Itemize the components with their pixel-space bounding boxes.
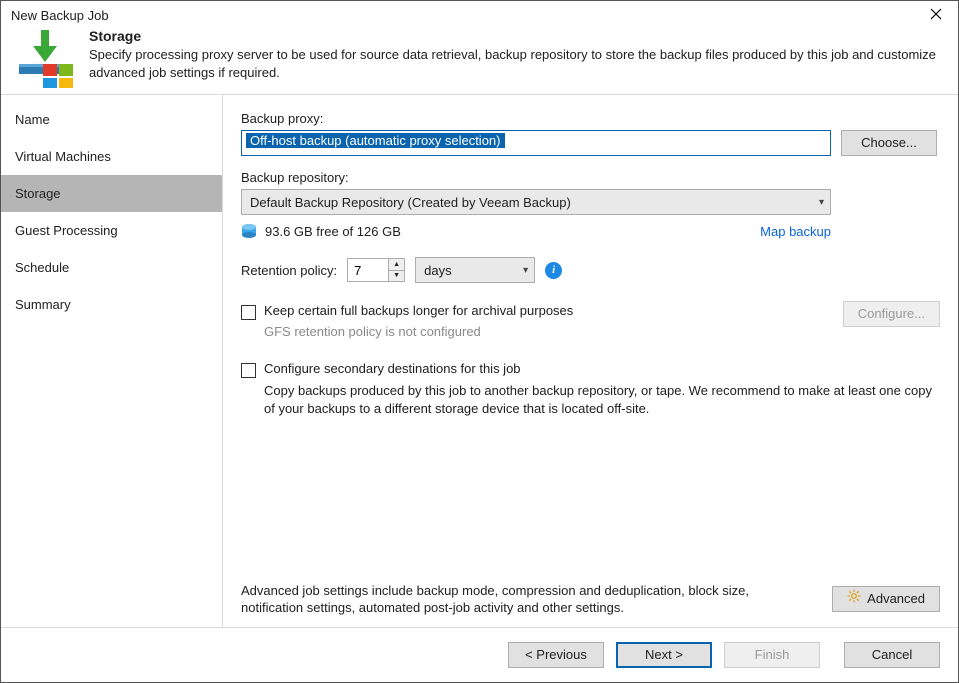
retention-value-input[interactable] — [348, 259, 388, 281]
spinner-down-button[interactable]: ▼ — [389, 271, 404, 282]
info-icon[interactable]: i — [545, 262, 562, 279]
page-description: Specify processing proxy server to be us… — [89, 46, 944, 81]
secondary-destinations-checkbox[interactable] — [241, 363, 256, 378]
storage-header-icon — [15, 28, 75, 88]
backup-repository-dropdown[interactable]: Default Backup Repository (Created by Ve… — [241, 189, 831, 215]
sidebar-item-virtual-machines[interactable]: Virtual Machines — [1, 138, 222, 175]
retention-value-spinner[interactable]: ▲ ▼ — [347, 258, 405, 282]
wizard-footer: < Previous Next > Finish Cancel — [1, 627, 958, 682]
retention-policy-label: Retention policy: — [241, 263, 337, 278]
main-panel: Backup proxy: Off-host backup (automatic… — [223, 95, 958, 627]
window-title: New Backup Job — [11, 8, 109, 23]
backup-proxy-label: Backup proxy: — [241, 111, 940, 126]
secondary-destinations-label: Configure secondary destinations for thi… — [264, 361, 521, 376]
sidebar-item-storage[interactable]: Storage — [1, 175, 222, 212]
gear-icon — [847, 587, 861, 611]
repository-free-space: 93.6 GB free of 126 GB — [265, 224, 401, 239]
backup-proxy-input[interactable]: Off-host backup (automatic proxy selecti… — [241, 130, 831, 156]
sidebar-item-schedule[interactable]: Schedule — [1, 249, 222, 286]
next-button[interactable]: Next > — [616, 642, 712, 668]
backup-repository-label: Backup repository: — [241, 170, 940, 185]
advanced-description: Advanced job settings include backup mod… — [241, 582, 801, 617]
sidebar-item-guest-processing[interactable]: Guest Processing — [1, 212, 222, 249]
wizard-steps-sidebar: Name Virtual Machines Storage Guest Proc… — [1, 95, 223, 627]
configure-gfs-button: Configure... — [843, 301, 940, 327]
sidebar-item-name[interactable]: Name — [1, 101, 222, 138]
wizard-header: Storage Specify processing proxy server … — [1, 28, 958, 94]
finish-button: Finish — [724, 642, 820, 668]
sidebar-item-summary[interactable]: Summary — [1, 286, 222, 323]
disk-icon — [241, 223, 257, 239]
advanced-button-label: Advanced — [867, 587, 925, 611]
chevron-down-icon: ▾ — [819, 197, 824, 208]
page-title: Storage — [89, 28, 944, 44]
map-backup-link[interactable]: Map backup — [760, 224, 831, 239]
choose-proxy-button[interactable]: Choose... — [841, 130, 937, 156]
gfs-status-text: GFS retention policy is not configured — [264, 324, 843, 339]
gfs-checkbox-label: Keep certain full backups longer for arc… — [264, 303, 573, 318]
retention-unit-value: days — [424, 263, 451, 278]
cancel-button[interactable]: Cancel — [844, 642, 940, 668]
title-bar: New Backup Job — [1, 1, 958, 28]
advanced-button[interactable]: Advanced — [832, 586, 940, 612]
backup-proxy-value: Off-host backup (automatic proxy selecti… — [246, 133, 505, 148]
backup-repository-value: Default Backup Repository (Created by Ve… — [250, 195, 571, 210]
previous-button[interactable]: < Previous — [508, 642, 604, 668]
close-button[interactable] — [924, 7, 948, 24]
gfs-checkbox[interactable] — [241, 305, 256, 320]
retention-unit-dropdown[interactable]: days ▾ — [415, 257, 535, 283]
spinner-up-button[interactable]: ▲ — [389, 259, 404, 271]
chevron-down-icon: ▾ — [523, 265, 528, 276]
header-text: Storage Specify processing proxy server … — [89, 28, 944, 81]
secondary-destinations-description: Copy backups produced by this job to ano… — [264, 382, 940, 417]
